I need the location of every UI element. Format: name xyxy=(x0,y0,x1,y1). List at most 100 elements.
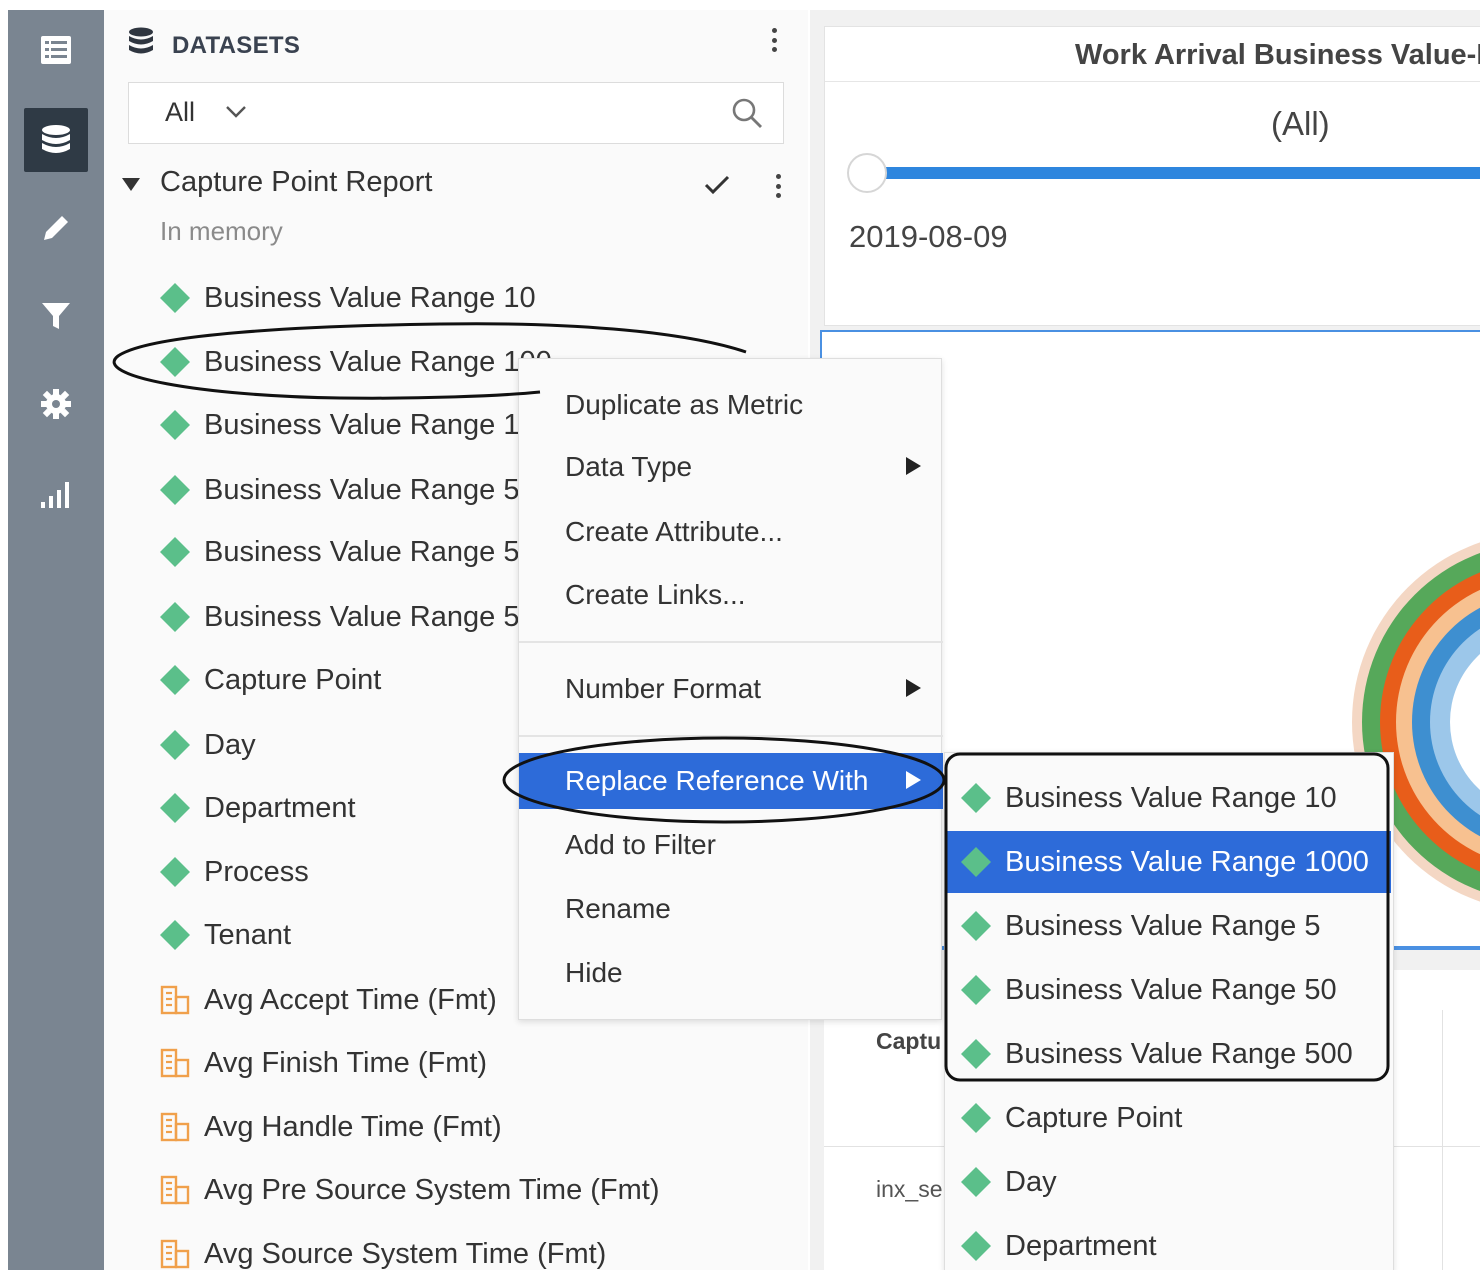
chevron-down-icon[interactable] xyxy=(223,101,249,121)
submenu-item-label: Day xyxy=(1005,1165,1057,1198)
context-menu-divider xyxy=(519,735,943,737)
database-icon xyxy=(42,125,70,153)
grid-column-header[interactable]: Captu xyxy=(876,1028,941,1055)
context-menu-divider xyxy=(519,641,943,643)
datasets-database-icon xyxy=(129,27,153,54)
field-label: Avg Finish Time (Fmt) xyxy=(204,1046,488,1079)
rail-item-filter[interactable] xyxy=(24,284,88,348)
context-menu-item[interactable]: Create Attribute... xyxy=(519,504,943,560)
attribute-item[interactable]: Process xyxy=(158,852,309,892)
grid-column-divider xyxy=(1442,1010,1443,1270)
submenu-item[interactable]: Business Value Range 1000 xyxy=(945,831,1391,893)
dataset-filter-value: All xyxy=(165,97,196,127)
date-slider-track[interactable] xyxy=(879,167,1480,179)
context-menu-item[interactable]: Data Type xyxy=(519,439,943,495)
submenu-item-label: Business Value Range 10 xyxy=(1005,781,1337,814)
attribute-item[interactable]: Business Value Range 1000 xyxy=(158,405,568,445)
context-menu-item[interactable]: Number Format xyxy=(519,661,943,717)
datasets-title: DATASETS xyxy=(172,32,301,59)
submenu-item[interactable]: Day xyxy=(945,1151,1391,1213)
rail-item-table-of-contents[interactable] xyxy=(24,18,88,82)
submenu-item[interactable]: Business Value Range 50 xyxy=(945,959,1391,1021)
field-label: Tenant xyxy=(204,918,292,951)
submenu-item[interactable]: Department xyxy=(945,1215,1391,1270)
submenu-item-label: Department xyxy=(1005,1229,1157,1262)
context-menu-item[interactable]: Hide xyxy=(519,945,943,1001)
context-menu-item[interactable]: Replace Reference With xyxy=(519,753,943,809)
attribute-item[interactable]: Business Value Range 10 xyxy=(158,278,536,318)
rail-item-datasets[interactable] xyxy=(24,108,88,172)
submenu-item-label: Business Value Range 50 xyxy=(1005,973,1337,1006)
rail-item-format[interactable] xyxy=(24,372,88,436)
rail-item-visualizations[interactable] xyxy=(24,462,88,526)
rail-item-editor[interactable] xyxy=(24,196,88,260)
attribute-item[interactable]: Capture Point xyxy=(158,660,381,700)
submenu-item[interactable]: Capture Point xyxy=(945,1087,1391,1149)
field-label: Business Value Range 500 xyxy=(204,600,552,633)
attribute-diamond-icon xyxy=(961,1167,991,1197)
slider-date-label: 2019-08-09 xyxy=(849,219,1008,254)
metric-item[interactable]: Avg Handle Time (Fmt) xyxy=(158,1107,502,1147)
attribute-diamond-icon xyxy=(160,920,190,950)
filter-card: Work Arrival Business Value-Da (All) 201… xyxy=(824,26,1480,326)
app-root: DATASETS All Capture Point Report In mem… xyxy=(0,0,1480,1270)
metric-icon xyxy=(160,1175,190,1205)
attribute-item[interactable]: Day xyxy=(158,725,256,765)
context-menu-item-label: Create Attribute... xyxy=(565,516,783,547)
dataset-filter-box[interactable]: All xyxy=(128,82,784,144)
metric-item[interactable]: Avg Pre Source System Time (Fmt) xyxy=(158,1170,660,1210)
context-menu-item[interactable]: Duplicate as Metric xyxy=(519,377,943,433)
replace-reference-submenu: Business Value Range 10 Business Value Ra… xyxy=(944,752,1394,1270)
submenu-item[interactable]: Business Value Range 5 xyxy=(945,895,1391,957)
attribute-diamond-icon xyxy=(160,475,190,505)
dataset-more-button[interactable] xyxy=(772,170,784,202)
submenu-arrow-icon xyxy=(906,457,921,475)
grid-cell: inx_se xyxy=(876,1176,943,1202)
attribute-item[interactable]: Tenant xyxy=(158,915,291,955)
dataset-storage-status: In memory xyxy=(160,216,283,246)
attribute-item[interactable]: Business Value Range 50 xyxy=(158,532,536,572)
attribute-item[interactable]: Department xyxy=(158,788,356,828)
field-label: Process xyxy=(204,855,309,888)
attribute-item[interactable]: Business Value Range 500 xyxy=(158,597,552,637)
field-label: Business Value Range 50 xyxy=(204,535,536,568)
filter-card-divider xyxy=(825,81,1480,82)
dataset-name[interactable]: Capture Point Report xyxy=(160,166,432,199)
field-label: Business Value Range 10 xyxy=(204,281,536,314)
attribute-diamond-icon xyxy=(961,975,991,1005)
field-label: Department xyxy=(204,791,356,824)
check-icon[interactable] xyxy=(702,170,732,200)
attribute-diamond-icon xyxy=(160,283,190,313)
submenu-item[interactable]: Business Value Range 10 xyxy=(945,767,1391,829)
context-menu-item-label: Hide xyxy=(565,957,623,988)
date-slider-handle[interactable] xyxy=(847,153,887,193)
attribute-diamond-icon xyxy=(160,793,190,823)
attribute-item[interactable]: Business Value Range 100 xyxy=(158,342,552,382)
metric-icon xyxy=(160,1112,190,1142)
attribute-diamond-icon xyxy=(961,783,991,813)
attribute-diamond-icon xyxy=(961,1103,991,1133)
metric-item[interactable]: Avg Source System Time (Fmt) xyxy=(158,1234,606,1270)
dataset-collapse-caret[interactable] xyxy=(122,178,140,191)
filter-icon xyxy=(42,303,70,329)
field-label: Day xyxy=(204,728,256,761)
bar-chart-icon xyxy=(41,482,69,508)
submenu-item-label: Business Value Range 500 xyxy=(1005,1037,1353,1070)
attribute-diamond-icon xyxy=(160,537,190,567)
field-label: Business Value Range 1000 xyxy=(204,408,568,441)
attribute-item[interactable]: Business Value Range 5 xyxy=(158,470,519,510)
context-menu-item[interactable]: Rename xyxy=(519,881,943,937)
datasets-more-button[interactable] xyxy=(768,24,780,56)
metric-item[interactable]: Avg Finish Time (Fmt) xyxy=(158,1043,487,1083)
search-icon[interactable] xyxy=(729,95,765,131)
metric-item[interactable]: Avg Accept Time (Fmt) xyxy=(158,980,497,1020)
context-menu-item[interactable]: Create Links... xyxy=(519,567,943,623)
submenu-item-label: Business Value Range 1000 xyxy=(1005,845,1369,878)
submenu-item[interactable]: Business Value Range 500 xyxy=(945,1023,1391,1085)
context-menu-item[interactable]: Add to Filter xyxy=(519,817,943,873)
attribute-diamond-icon xyxy=(160,602,190,632)
attribute-diamond-icon xyxy=(961,847,991,877)
submenu-arrow-icon xyxy=(906,771,921,789)
attribute-diamond-icon xyxy=(160,665,190,695)
field-label: Avg Pre Source System Time (Fmt) xyxy=(204,1173,660,1206)
